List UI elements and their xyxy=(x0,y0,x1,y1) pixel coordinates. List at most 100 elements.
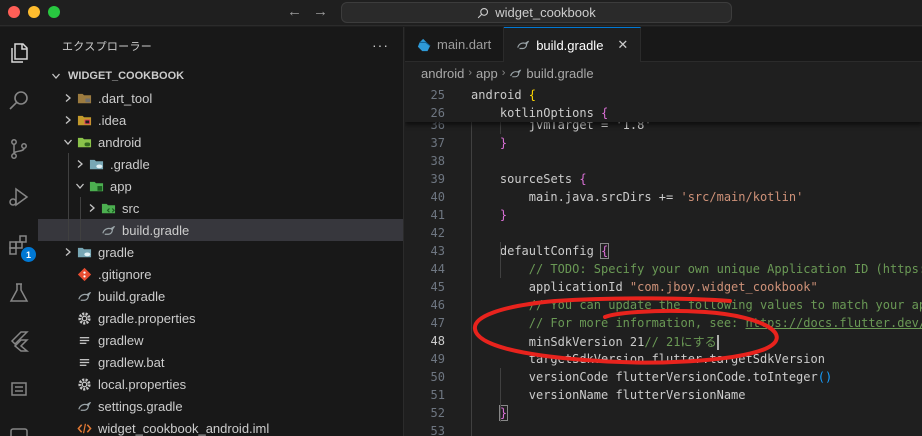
tree-item-label: settings.gradle xyxy=(98,398,183,414)
chevron-right-icon[interactable] xyxy=(60,244,76,260)
code-line[interactable]: 43 defaultConfig { xyxy=(405,242,922,260)
code-line[interactable]: 37} xyxy=(405,134,922,152)
text-cursor xyxy=(716,334,719,350)
tree-item[interactable]: widget_cookbook_android.iml xyxy=(38,417,403,436)
sticky-scroll-line[interactable]: 26 kotlinOptions { xyxy=(405,104,922,122)
code-line[interactable]: 53 xyxy=(405,422,922,436)
maximize-window-button[interactable] xyxy=(48,6,60,18)
tree-item[interactable]: app xyxy=(38,175,403,197)
code-line[interactable]: 41} xyxy=(405,206,922,224)
code-line[interactable]: 51 versionName flutterVersionName xyxy=(405,386,922,404)
line-number: 38 xyxy=(430,154,445,168)
close-window-button[interactable] xyxy=(8,6,20,18)
tree-item[interactable]: src xyxy=(38,197,403,219)
tree-item[interactable]: local.properties xyxy=(38,373,403,395)
code-text: } xyxy=(499,136,508,150)
testing-icon[interactable] xyxy=(7,281,31,305)
code-editor[interactable]: 36 jvmTarget = '1.8' 37} 38 39 sourceSets {40… xyxy=(405,86,922,436)
tree-item[interactable]: gradle xyxy=(38,241,403,263)
code-text: // For more information, see: https://do… xyxy=(528,316,922,330)
code-line[interactable]: 45 applicationId "com.jboy.widget_cookboo… xyxy=(405,278,922,296)
code-text: sourceSets { xyxy=(499,172,587,186)
code-text: // TODO: Specify your own unique Applica… xyxy=(528,262,922,276)
line-number: 47 xyxy=(430,316,445,330)
bottom-activity-icon[interactable] xyxy=(7,425,31,436)
back-arrow-icon[interactable]: ← xyxy=(287,3,302,20)
tab-main-dart[interactable]: main.dart xyxy=(405,27,505,62)
breadcrumb-item[interactable]: android xyxy=(421,66,464,81)
tree-item-label: gradlew.bat xyxy=(98,354,165,370)
line-number: 43 xyxy=(430,244,445,258)
code-line[interactable]: 48 minSdkVersion 21// 21にする xyxy=(405,332,922,350)
line-number: 50 xyxy=(430,370,445,384)
gradle-file-icon xyxy=(76,398,92,414)
explorer-icon[interactable] xyxy=(7,41,31,65)
tree-item[interactable]: build.gradle xyxy=(38,285,403,307)
line-number: 45 xyxy=(430,280,445,294)
source-control-icon[interactable] xyxy=(7,137,31,161)
sticky-scroll-header[interactable]: 25 android {26 kotlinOptions { xyxy=(405,86,922,122)
code-text: } xyxy=(499,208,508,222)
close-tab-icon[interactable]: ✕ xyxy=(617,37,628,53)
indent-guide xyxy=(68,219,69,241)
breadcrumb-item[interactable]: app xyxy=(476,66,498,81)
line-number: 26 xyxy=(430,106,445,120)
forward-arrow-icon[interactable]: → xyxy=(313,3,328,20)
code-line[interactable]: 47 // For more information, see: https://… xyxy=(405,314,922,332)
tree-item[interactable]: WIDGET_COOKBOOK xyxy=(38,65,403,87)
search-icon[interactable] xyxy=(7,89,31,113)
tree-item[interactable]: android xyxy=(38,131,403,153)
chevron-right-icon[interactable] xyxy=(72,156,88,172)
chevron-right-icon[interactable] xyxy=(60,112,76,128)
panel-icon[interactable] xyxy=(7,377,31,401)
chevron-right-icon[interactable] xyxy=(84,200,100,216)
code-line[interactable]: 38 xyxy=(405,152,922,170)
tree-item[interactable]: .gitignore xyxy=(38,263,403,285)
tree-item[interactable]: .dart_tool xyxy=(38,87,403,109)
tree-item-label: android xyxy=(98,134,142,150)
line-number: 42 xyxy=(430,226,445,240)
tree-item[interactable]: gradle.properties xyxy=(38,307,403,329)
tree-item[interactable]: .idea xyxy=(38,109,403,131)
indent-guide xyxy=(68,197,69,219)
code-line[interactable]: 39 sourceSets { xyxy=(405,170,922,188)
chevron-down-icon[interactable] xyxy=(48,68,64,84)
extensions-icon[interactable]: 1 xyxy=(7,233,36,262)
code-line[interactable]: 44 // TODO: Specify your own unique Appli… xyxy=(405,260,922,278)
tab-label: main.dart xyxy=(437,37,492,52)
tree-item[interactable]: gradlew.bat xyxy=(38,351,403,373)
tab-build-gradle[interactable]: build.gradle ✕ xyxy=(504,27,642,62)
code-line[interactable]: 42 xyxy=(405,224,922,242)
run-debug-icon[interactable] xyxy=(7,185,31,209)
more-actions-icon[interactable]: ··· xyxy=(372,37,389,53)
chevron-right-icon[interactable] xyxy=(60,90,76,106)
code-line[interactable]: 40 main.java.srcDirs += 'src/main/kotlin' xyxy=(405,188,922,206)
command-center-search[interactable]: widget_cookbook xyxy=(341,2,732,23)
tree-item-label: widget_cookbook_android.iml xyxy=(98,420,270,436)
indent-guide xyxy=(68,153,69,175)
sticky-scroll-line[interactable]: 25 android { xyxy=(405,86,922,104)
gradle-file-icon xyxy=(100,222,116,238)
flutter-icon[interactable] xyxy=(7,329,31,353)
code-line[interactable]: 52} xyxy=(405,404,922,422)
folder-gradle-icon xyxy=(76,244,92,260)
tree-item[interactable]: build.gradle xyxy=(38,219,403,241)
tree-item-label: build.gradle xyxy=(98,288,166,304)
chevron-down-icon[interactable] xyxy=(60,134,76,150)
tree-item[interactable]: .gradle xyxy=(38,153,403,175)
editor-tabs: main.dart build.gradle ✕ xyxy=(405,27,922,62)
line-number: 40 xyxy=(430,190,445,204)
breadcrumb-item[interactable]: build.gradle xyxy=(526,66,593,81)
code-line[interactable]: 46 // You can update the following values… xyxy=(405,296,922,314)
code-line[interactable]: 49 targetSdkVersion flutter.targetSdkVers… xyxy=(405,350,922,368)
tree-item[interactable]: gradlew xyxy=(38,329,403,351)
code-line[interactable]: 50 versionCode flutterVersionCode.toInteg… xyxy=(405,368,922,386)
tree-item-label: .gradle xyxy=(110,156,150,172)
minimize-window-button[interactable] xyxy=(28,6,40,18)
gear-icon xyxy=(76,376,92,392)
tree-item[interactable]: settings.gradle xyxy=(38,395,403,417)
chevron-down-icon[interactable] xyxy=(72,178,88,194)
